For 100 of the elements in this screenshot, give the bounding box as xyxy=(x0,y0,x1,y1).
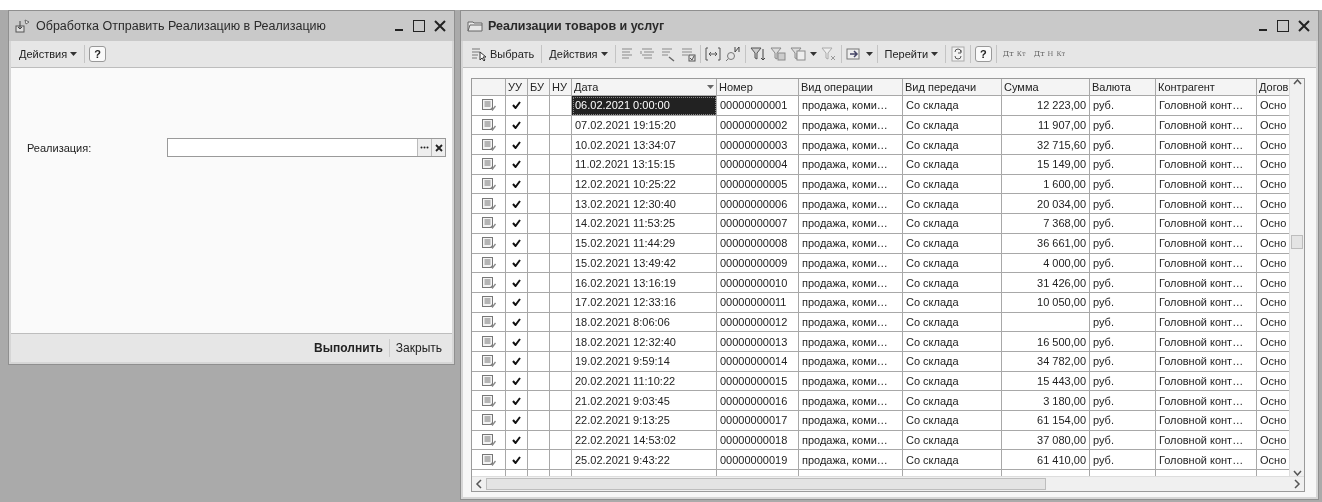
scroll-thumb[interactable] xyxy=(486,478,1046,490)
column-header[interactable]: Сумма xyxy=(1002,79,1090,96)
check-icon xyxy=(512,376,521,385)
table-cell: 00000000016 xyxy=(717,391,799,411)
column-header[interactable]: Валюта xyxy=(1090,79,1156,96)
table-cell: 00000000015 xyxy=(717,371,799,392)
check-icon xyxy=(512,337,521,346)
column-header[interactable]: Номер xyxy=(717,79,799,96)
check-icon xyxy=(512,455,521,464)
column-header[interactable]: УУ xyxy=(506,79,528,96)
table-cell: руб. xyxy=(1090,371,1156,392)
document-icon xyxy=(481,158,496,171)
table-cell: 25.02.2021 9:43:22 xyxy=(572,450,717,471)
table-cell: 31 426,00 xyxy=(1002,273,1090,293)
clear-icon[interactable] xyxy=(431,139,445,156)
table-cell: Со склада xyxy=(903,430,1002,451)
close-icon[interactable] xyxy=(1298,20,1310,32)
column-header[interactable]: Вид передачи xyxy=(903,79,1002,96)
horizontal-scrollbar[interactable] xyxy=(472,476,1304,491)
brackets-icon[interactable] xyxy=(704,46,721,62)
refresh-icon[interactable] xyxy=(950,46,967,62)
table-cell: Со склада xyxy=(903,214,1002,234)
table-cell: 22.02.2021 14:53:02 xyxy=(572,430,717,451)
actions-menu[interactable]: Действия xyxy=(16,46,81,62)
table-cell: 00000000002 xyxy=(717,115,799,136)
caret-icon xyxy=(600,52,608,56)
run-button[interactable]: Выполнить xyxy=(308,338,389,358)
check-icon xyxy=(512,298,521,307)
table-cell: продажа, коми… xyxy=(799,450,903,471)
table-cell: Со склада xyxy=(903,135,1002,156)
table-cell: Головной конт… xyxy=(1156,332,1257,352)
document-icon xyxy=(481,355,496,368)
check-icon xyxy=(512,140,521,149)
document-icon xyxy=(481,374,496,387)
select-button[interactable]: Выбрать xyxy=(468,45,538,63)
check-icon xyxy=(512,436,521,445)
search-icon[interactable] xyxy=(724,46,741,62)
column-header[interactable]: НУ xyxy=(550,79,572,96)
maximize-icon[interactable] xyxy=(1277,20,1289,32)
table-cell: Головной конт… xyxy=(1156,391,1257,411)
column-header[interactable]: БУ xyxy=(528,79,550,96)
table-cell: Головной конт… xyxy=(1156,312,1257,333)
vertical-scrollbar[interactable] xyxy=(1289,79,1304,476)
scroll-up-icon[interactable] xyxy=(1292,79,1302,85)
help-button[interactable]: ? xyxy=(89,46,106,62)
filter-icon[interactable] xyxy=(749,46,766,62)
table-cell: Головной конт… xyxy=(1156,194,1257,215)
table-cell: продажа, коми… xyxy=(799,430,903,451)
table-cell: руб. xyxy=(1090,135,1156,156)
table-cell: 15.02.2021 13:49:42 xyxy=(572,253,717,274)
document-icon xyxy=(481,335,496,348)
select-icon xyxy=(471,47,487,61)
close-icon[interactable] xyxy=(434,20,446,32)
scroll-thumb[interactable] xyxy=(1291,235,1303,249)
table-cell: продажа, коми… xyxy=(799,411,903,431)
column-header[interactable]: Контрагент xyxy=(1156,79,1257,96)
document-icon xyxy=(481,237,496,250)
table-cell: руб. xyxy=(1090,391,1156,411)
table-cell: руб. xyxy=(1090,450,1156,471)
window-title: Реализации товаров и услуг xyxy=(488,19,666,33)
export-icon[interactable] xyxy=(845,46,862,62)
help-button[interactable]: ? xyxy=(975,46,992,62)
table-cell: 21.02.2021 9:03:45 xyxy=(572,391,717,411)
list-icon[interactable] xyxy=(679,46,696,62)
table-cell: Головной конт… xyxy=(1156,155,1257,175)
table-cell: продажа, коми… xyxy=(799,155,903,175)
actions-menu[interactable]: Действия xyxy=(546,46,611,62)
table-cell: продажа, коми… xyxy=(799,135,903,156)
document-icon xyxy=(481,276,496,289)
document-icon xyxy=(481,414,496,427)
table-cell: продажа, коми… xyxy=(799,351,903,372)
caret-icon xyxy=(931,52,939,56)
scroll-down-icon[interactable] xyxy=(1292,470,1302,476)
table-cell: продажа, коми… xyxy=(799,174,903,195)
table-cell: Со склада xyxy=(903,96,1002,116)
maximize-icon[interactable] xyxy=(413,20,425,32)
table-cell: руб. xyxy=(1090,233,1156,254)
check-icon xyxy=(512,101,521,110)
document-icon xyxy=(481,178,496,191)
table-cell: руб. xyxy=(1090,273,1156,293)
table-cell: Со склада xyxy=(903,273,1002,293)
table-cell: 00000000009 xyxy=(717,253,799,274)
table-cell: руб. xyxy=(1090,155,1156,175)
table-cell: продажа, коми… xyxy=(799,194,903,215)
column-header[interactable]: Вид операции xyxy=(799,79,903,96)
input-field[interactable] xyxy=(167,138,446,157)
table-cell: 61 410,00 xyxy=(1002,450,1090,471)
close-button[interactable]: Закрыть xyxy=(389,338,448,358)
table-cell: 36 661,00 xyxy=(1002,233,1090,254)
table-cell: 11.02.2021 13:15:15 xyxy=(572,155,717,175)
table-cell: 15 443,00 xyxy=(1002,371,1090,392)
table-cell: Головной конт… xyxy=(1156,96,1257,116)
caret-icon xyxy=(809,52,817,56)
table-cell: Со склада xyxy=(903,174,1002,195)
table-cell: 00000000011 xyxy=(717,292,799,313)
list-icon[interactable] xyxy=(659,46,676,62)
goto-menu[interactable]: Перейти xyxy=(881,46,942,62)
caret-icon xyxy=(865,52,873,56)
table-cell: продажа, коми… xyxy=(799,115,903,136)
table-cell: 13.02.2021 12:30:40 xyxy=(572,194,717,215)
